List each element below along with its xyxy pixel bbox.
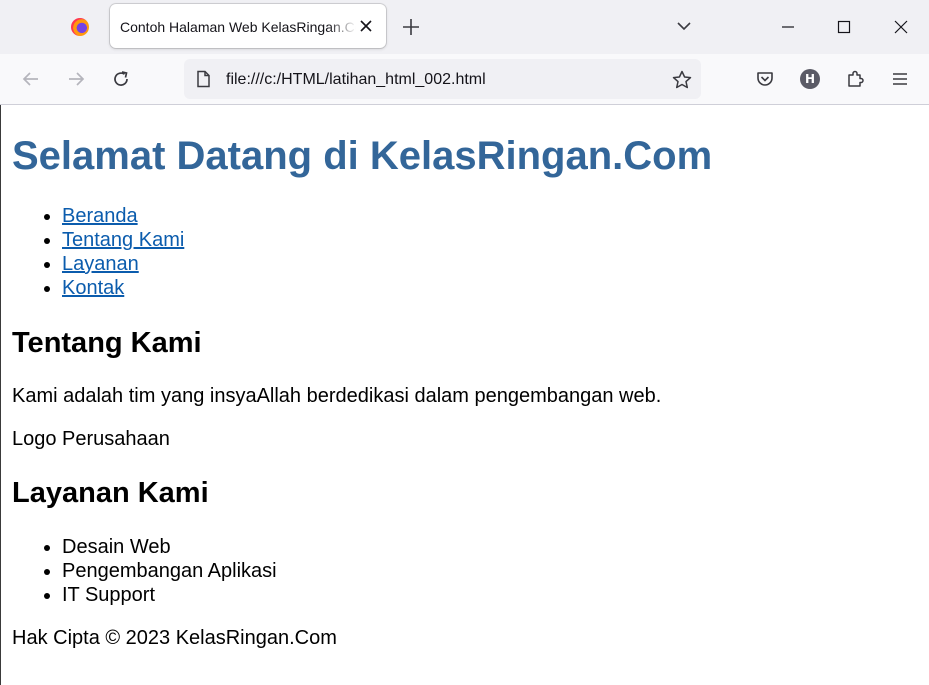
extensions-icon [848,70,864,87]
menu-icon [893,73,907,85]
nav-item-layanan: Layanan [62,252,184,276]
company-logo-alt: Logo Perusahaan [12,428,170,450]
tab-strip: Contoh Halaman Web KelasRingan.Com [0,0,929,54]
footer-text: Hak Cipta © 2023 KelasRingan.Com [12,627,337,649]
reload-button[interactable] [110,68,132,90]
nav-item-tentang-kami: Tentang Kami [62,228,184,252]
services-list: Desain Web Pengembangan Aplikasi IT Supp… [1,535,277,607]
nav-link-beranda[interactable]: Beranda [62,205,138,227]
about-text: Kami adalah tim yang insyaAllah berdedik… [12,385,662,407]
minimize-icon [782,26,794,28]
close-icon[interactable] [356,16,376,36]
forward-button[interactable] [65,68,87,90]
list-item: Desain Web [62,535,277,559]
site-nav: Beranda Tentang Kami Layanan Kontak [1,204,184,300]
page-title: Selamat Datang di KelasRingan.Com [12,134,713,178]
reload-icon [114,71,128,86]
nav-link-tentang-kami[interactable]: Tentang Kami [62,229,184,251]
nav-link-layanan[interactable]: Layanan [62,253,139,275]
extensions-button[interactable] [844,68,866,90]
about-heading: Tentang Kami [12,327,202,359]
firefox-icon [71,18,89,36]
maximize-button[interactable] [830,13,858,41]
list-item: Pengembangan Aplikasi [62,559,277,583]
url-bar[interactable]: file:///c:/HTML/latihan_html_002.html [184,59,701,99]
list-item: IT Support [62,583,277,607]
plus-icon[interactable] [400,16,422,38]
page-icon [197,70,210,88]
navigation-toolbar: file:///c:/HTML/latihan_html_002.html H [0,54,929,105]
tab-active[interactable]: Contoh Halaman Web KelasRingan.Com [110,4,386,48]
services-heading: Layanan Kami [12,477,209,509]
nav-link-kontak[interactable]: Kontak [62,277,124,299]
back-button[interactable] [20,68,42,90]
star-icon[interactable] [671,69,693,91]
menu-button[interactable] [889,68,911,90]
firefox-view-tab[interactable] [56,7,104,47]
url-text[interactable]: file:///c:/HTML/latihan_html_002.html [226,71,486,89]
minimize-button[interactable] [774,13,802,41]
account-icon: H [800,69,820,89]
maximize-icon [837,20,851,34]
account-button[interactable]: H [799,68,821,90]
forward-icon [69,72,85,86]
back-icon [22,72,38,86]
close-window-button[interactable] [887,13,915,41]
close-window-icon [894,20,908,34]
page-viewport: Selamat Datang di KelasRingan.Com Berand… [0,105,929,685]
pocket-icon [757,72,773,86]
tab-title: Contoh Halaman Web KelasRingan.Com [120,19,356,35]
nav-item-kontak: Kontak [62,276,184,300]
chevron-down-icon[interactable] [674,16,694,36]
pocket-button[interactable] [754,68,776,90]
nav-item-beranda: Beranda [62,204,184,228]
